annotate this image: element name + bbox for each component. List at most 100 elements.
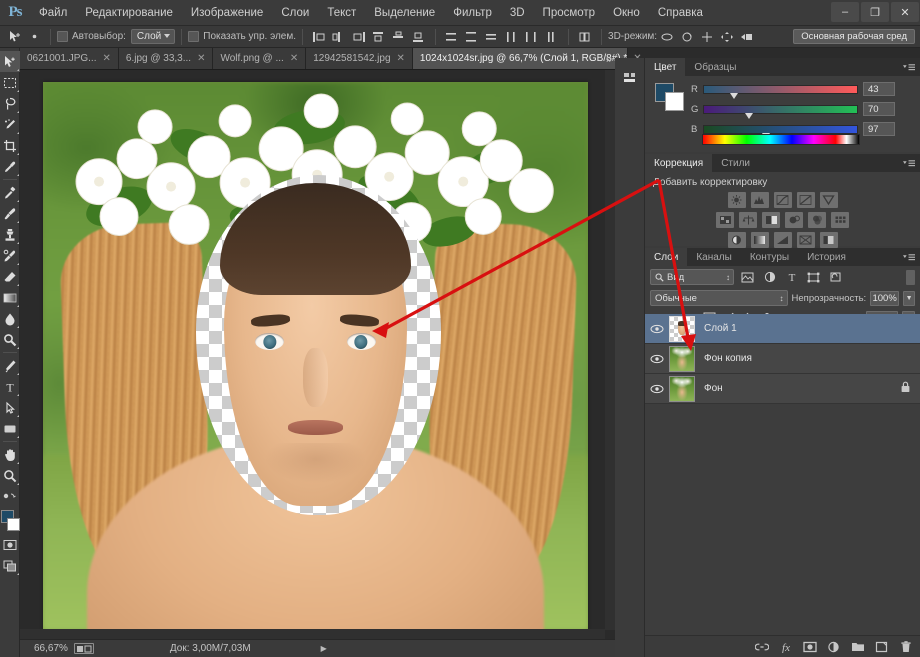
document-window[interactable] (43, 82, 588, 630)
filter-by-type-icon[interactable]: T (783, 269, 800, 285)
gradient-map-icon[interactable] (797, 232, 815, 248)
menu-window[interactable]: Окно (604, 3, 649, 23)
selective-color-icon[interactable] (820, 232, 838, 248)
tool-preset-dropdown[interactable] (25, 29, 43, 45)
menu-text[interactable]: Текст (318, 3, 365, 23)
rotate-3d-object-icon[interactable] (658, 29, 676, 45)
layer-row[interactable]: Фон (645, 374, 920, 404)
crop-tool[interactable] (0, 135, 20, 156)
tab-paths[interactable]: Контуры (741, 248, 798, 266)
auto-align-layers-icon[interactable] (576, 29, 594, 45)
vibrance-icon[interactable] (820, 192, 838, 208)
clone-stamp-tool[interactable] (0, 224, 20, 245)
align-top-edges-icon[interactable] (370, 29, 388, 45)
distribute-vertical-centers-icon[interactable] (463, 29, 481, 45)
hand-tool[interactable] (0, 444, 20, 465)
invert-icon[interactable] (728, 232, 746, 248)
slide-3d-object-icon[interactable] (718, 29, 736, 45)
layer-visibility-toggle[interactable] (645, 384, 669, 394)
tab-history[interactable]: История (798, 248, 855, 266)
menu-view[interactable]: Просмотр (534, 3, 605, 23)
align-left-edges-icon[interactable] (310, 29, 328, 45)
brush-tool[interactable] (0, 203, 20, 224)
new-layer-icon[interactable] (874, 639, 889, 654)
tab-color[interactable]: Цвет (645, 58, 685, 76)
quick-mask-toggle-icon[interactable] (0, 534, 20, 555)
layer-visibility-toggle[interactable] (645, 324, 669, 334)
move-tool[interactable] (0, 51, 20, 72)
red-slider-thumb[interactable] (730, 93, 738, 99)
preview-toggle-icon[interactable] (74, 643, 94, 654)
menu-file[interactable]: Файл (30, 3, 76, 23)
add-mask-icon[interactable] (802, 639, 817, 654)
layer-thumbnail[interactable] (669, 346, 695, 372)
distribute-top-edges-icon[interactable] (443, 29, 461, 45)
filter-by-shape-icon[interactable] (805, 269, 822, 285)
autoselect-checkbox[interactable] (57, 31, 68, 42)
green-slider-thumb[interactable] (745, 113, 753, 119)
roll-3d-object-icon[interactable] (678, 29, 696, 45)
filter-by-adjustment-icon[interactable] (761, 269, 778, 285)
color-panel-swatches[interactable] (655, 83, 683, 110)
levels-icon[interactable] (751, 192, 769, 208)
layer-thumbnail[interactable] (669, 316, 695, 342)
hue-saturation-icon[interactable] (716, 212, 734, 228)
red-value-field[interactable]: 43 (863, 82, 895, 96)
pen-tool[interactable] (0, 355, 20, 376)
blue-channel-slider[interactable] (703, 125, 858, 134)
tab-swatches[interactable]: Образцы (685, 58, 745, 76)
color-spectrum-ramp[interactable] (702, 134, 860, 145)
zoom-tool[interactable] (0, 465, 20, 486)
document-tab[interactable]: Wolf.png @ ... ✕ (213, 48, 306, 69)
dodge-tool[interactable] (0, 329, 20, 350)
brightness-contrast-icon[interactable] (728, 192, 746, 208)
new-adjustment-layer-icon[interactable] (826, 639, 841, 654)
link-layers-icon[interactable] (754, 639, 769, 654)
photo-filter-icon[interactable] (785, 212, 803, 228)
zoom-level-field[interactable]: 66,67% (20, 643, 74, 654)
document-tab[interactable]: 0621001.JPG... ✕ (20, 48, 119, 69)
layer-row[interactable]: Слой 1 (645, 314, 920, 344)
rectangle-shape-tool[interactable] (0, 418, 20, 439)
threshold-icon[interactable] (774, 232, 792, 248)
horizontal-type-tool[interactable]: T (0, 376, 20, 397)
green-value-field[interactable]: 70 (863, 102, 895, 116)
artboard[interactable] (43, 82, 588, 630)
menu-filter[interactable]: Фильтр (444, 3, 501, 23)
screen-mode-icon[interactable] (0, 555, 20, 576)
delete-layer-icon[interactable] (898, 639, 913, 654)
status-menu-arrow-icon[interactable]: ▶ (321, 644, 327, 653)
pan-3d-object-icon[interactable] (698, 29, 716, 45)
layer-filter-type-select[interactable]: Вид (650, 269, 734, 285)
opacity-stepper-icon[interactable]: ▼ (903, 291, 915, 306)
history-brush-tool[interactable] (0, 245, 20, 266)
menu-3d[interactable]: 3D (501, 3, 534, 23)
layer-name[interactable]: Фон копия (704, 353, 752, 364)
close-icon[interactable]: ✕ (397, 53, 405, 64)
canvas-horizontal-scrollbar[interactable] (20, 629, 605, 639)
show-transform-controls-checkbox[interactable] (188, 31, 199, 42)
filter-enable-toggle[interactable] (906, 270, 915, 285)
edit-toolbar-icon[interactable] (0, 486, 20, 507)
blur-tool[interactable] (0, 308, 20, 329)
filter-by-pixel-icon[interactable] (739, 269, 756, 285)
document-tab-active[interactable]: 1024х1024sr.jpg @ 66,7% (Слой 1, RGB/8#)… (413, 48, 628, 69)
scale-3d-object-icon[interactable] (738, 29, 756, 45)
gradient-tool[interactable] (0, 287, 20, 308)
blend-mode-select[interactable]: Обычные (650, 290, 788, 306)
path-selection-tool[interactable] (0, 397, 20, 418)
menu-help[interactable]: Справка (649, 3, 712, 23)
blue-value-field[interactable]: 97 (863, 122, 895, 136)
document-tab[interactable]: 6.jpg @ 33,3... ✕ (119, 48, 214, 69)
channel-mixer-icon[interactable] (808, 212, 826, 228)
close-icon[interactable]: ✕ (197, 53, 205, 64)
rectangular-marquee-tool[interactable] (0, 72, 20, 93)
minimize-button[interactable]: – (831, 2, 859, 22)
align-vertical-centers-icon[interactable] (390, 29, 408, 45)
filter-by-smart-object-icon[interactable] (827, 269, 844, 285)
eraser-tool[interactable] (0, 266, 20, 287)
lasso-tool[interactable] (0, 93, 20, 114)
new-group-icon[interactable] (850, 639, 865, 654)
close-button[interactable]: ✕ (891, 2, 919, 22)
tab-channels[interactable]: Каналы (687, 248, 741, 266)
